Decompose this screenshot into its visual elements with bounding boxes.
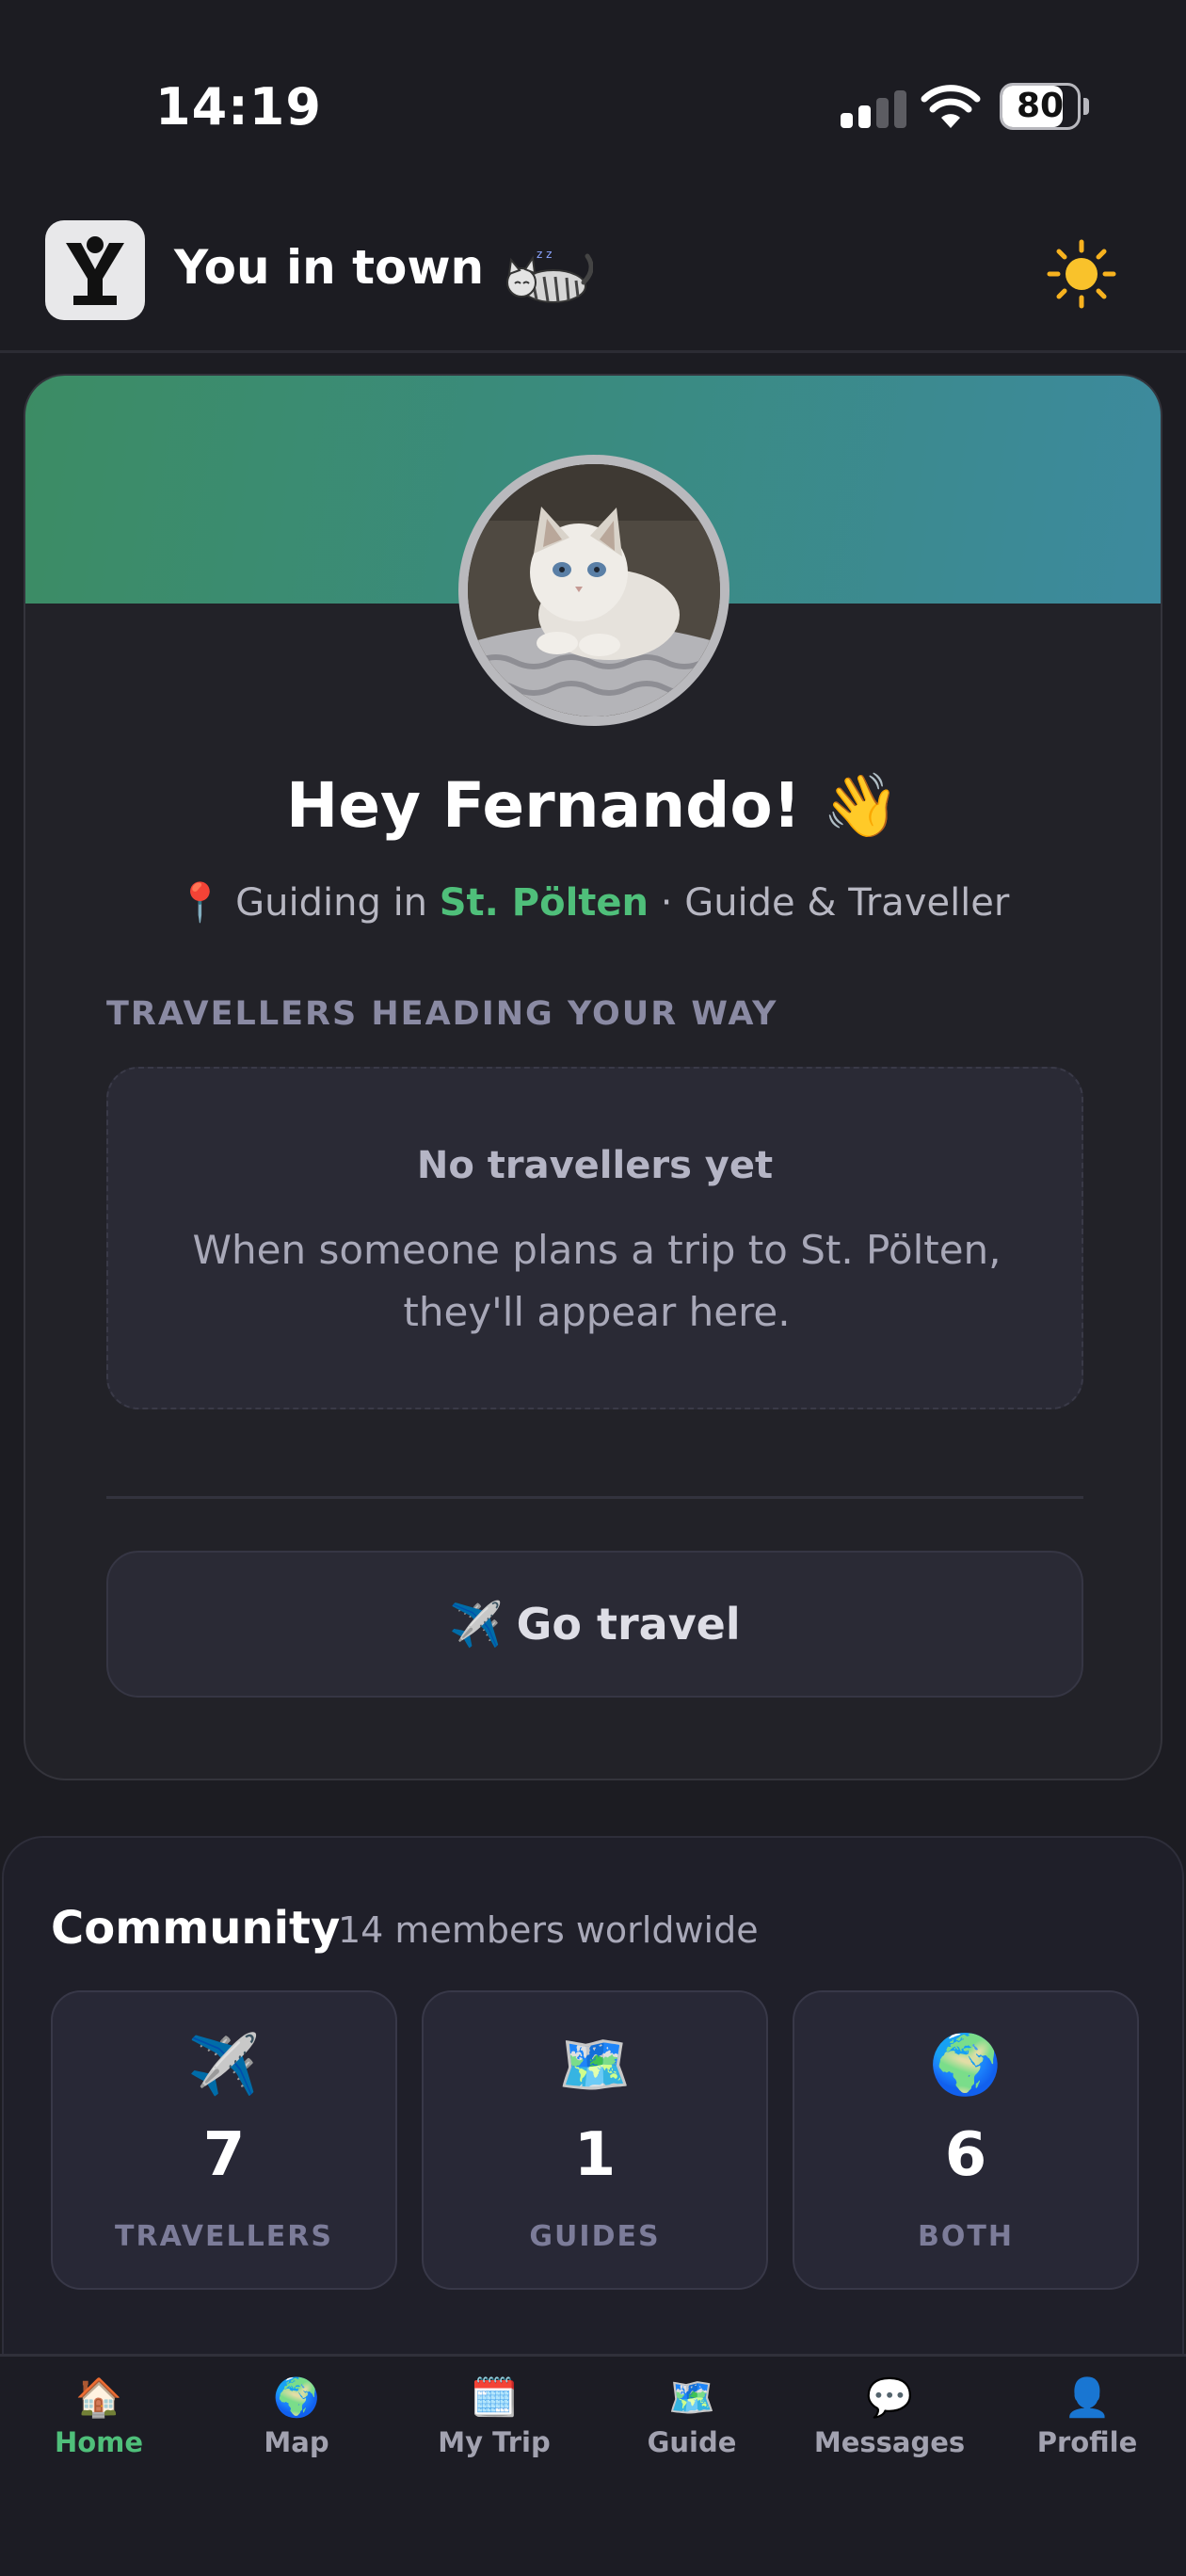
svg-text:z z: z z <box>537 248 552 261</box>
airplane-icon: ✈️ <box>449 1598 504 1650</box>
travellers-section-label: TRAVELLERS HEADING YOUR WAY <box>106 995 778 1033</box>
battery-icon: 80 <box>1000 83 1089 130</box>
tab-messages[interactable]: 💬 Messages <box>791 2374 988 2477</box>
app-header: You in town z z <box>0 207 1186 353</box>
stat-value: 1 <box>573 2120 617 2190</box>
wifi-icon <box>921 85 981 128</box>
tab-label: Profile <box>1036 2426 1138 2458</box>
divider <box>106 1496 1083 1499</box>
cellular-signal-icon <box>841 90 906 128</box>
tab-my-trip[interactable]: 🗓️ My Trip <box>395 2374 593 2477</box>
empty-state-text: When someone plans a trip to St. Pölten,… <box>192 1227 1002 1335</box>
avatar[interactable] <box>458 455 729 726</box>
community-member-count: 14 members worldwide <box>338 1909 759 1951</box>
home-icon: 🏠 <box>75 2376 122 2420</box>
battery-level: 80 <box>1016 87 1065 125</box>
tab-label: Messages <box>813 2426 966 2458</box>
stat-value: 7 <box>202 2120 246 2190</box>
tab-guide[interactable]: 🗺️ Guide <box>593 2374 791 2477</box>
calendar-icon: 🗓️ <box>471 2376 518 2420</box>
logo-mark-icon <box>66 236 124 305</box>
cat-doodle-icon: z z <box>506 248 593 303</box>
stat-label: GUIDES <box>529 2220 661 2253</box>
map-icon: 🗺️ <box>558 2030 632 2099</box>
go-travel-label: Go travel <box>516 1599 741 1650</box>
tab-home[interactable]: 🏠 Home <box>0 2374 198 2477</box>
stat-both[interactable]: 🌍 6 BOTH <box>793 1990 1139 2290</box>
globe-icon: 🌍 <box>929 2030 1002 2099</box>
profile-card: Hey Fernando! 👋 📍 Guiding in St. Pölten … <box>24 374 1162 1780</box>
map-icon: 🗺️ <box>668 2376 715 2420</box>
greeting-heading: Hey Fernando! 👋 <box>285 769 901 842</box>
app-title: You in town <box>174 240 485 295</box>
city-link[interactable]: St. Pölten <box>440 881 649 925</box>
status-bar: 14:19 80 <box>0 0 1186 207</box>
user-icon: 👤 <box>1064 2376 1111 2420</box>
tab-map[interactable]: 🌍 Map <box>198 2374 395 2477</box>
speech-bubble-icon: 💬 <box>866 2376 913 2420</box>
bottom-tab-bar: 🏠 Home 🌍 Map 🗓️ My Trip 🗺️ Guide 💬 Messa… <box>0 2354 1186 2576</box>
tab-label: Guide <box>647 2426 737 2458</box>
tab-label: My Trip <box>438 2426 551 2458</box>
stat-guides[interactable]: 🗺️ 1 GUIDES <box>422 1990 768 2290</box>
location-prefix: 📍 Guiding in <box>176 881 440 925</box>
stat-travellers[interactable]: ✈️ 7 TRAVELLERS <box>51 1990 397 2290</box>
app-logo[interactable] <box>45 220 145 320</box>
stat-label: BOTH <box>918 2220 1014 2253</box>
stat-label: TRAVELLERS <box>115 2220 333 2253</box>
empty-travellers-box: No travellers yet When someone plans a t… <box>106 1067 1083 1409</box>
role-text: · Guide & Traveller <box>649 881 1010 925</box>
location-line: 📍 Guiding in St. Pölten · Guide & Travel… <box>25 880 1161 925</box>
theme-toggle-button[interactable] <box>1047 239 1116 309</box>
tab-label: Map <box>264 2426 329 2458</box>
globe-icon: 🌍 <box>273 2376 320 2420</box>
airplane-icon: ✈️ <box>187 2030 261 2099</box>
cat-photo-image <box>468 464 720 716</box>
tab-profile[interactable]: 👤 Profile <box>988 2374 1186 2477</box>
stat-value: 6 <box>944 2120 987 2190</box>
empty-state-title: No travellers yet <box>416 1144 774 1187</box>
go-travel-button[interactable]: ✈️ Go travel <box>106 1551 1083 1698</box>
tab-label: Home <box>54 2426 144 2458</box>
status-time: 14:19 <box>155 77 322 137</box>
community-title: Community <box>51 1902 341 1955</box>
